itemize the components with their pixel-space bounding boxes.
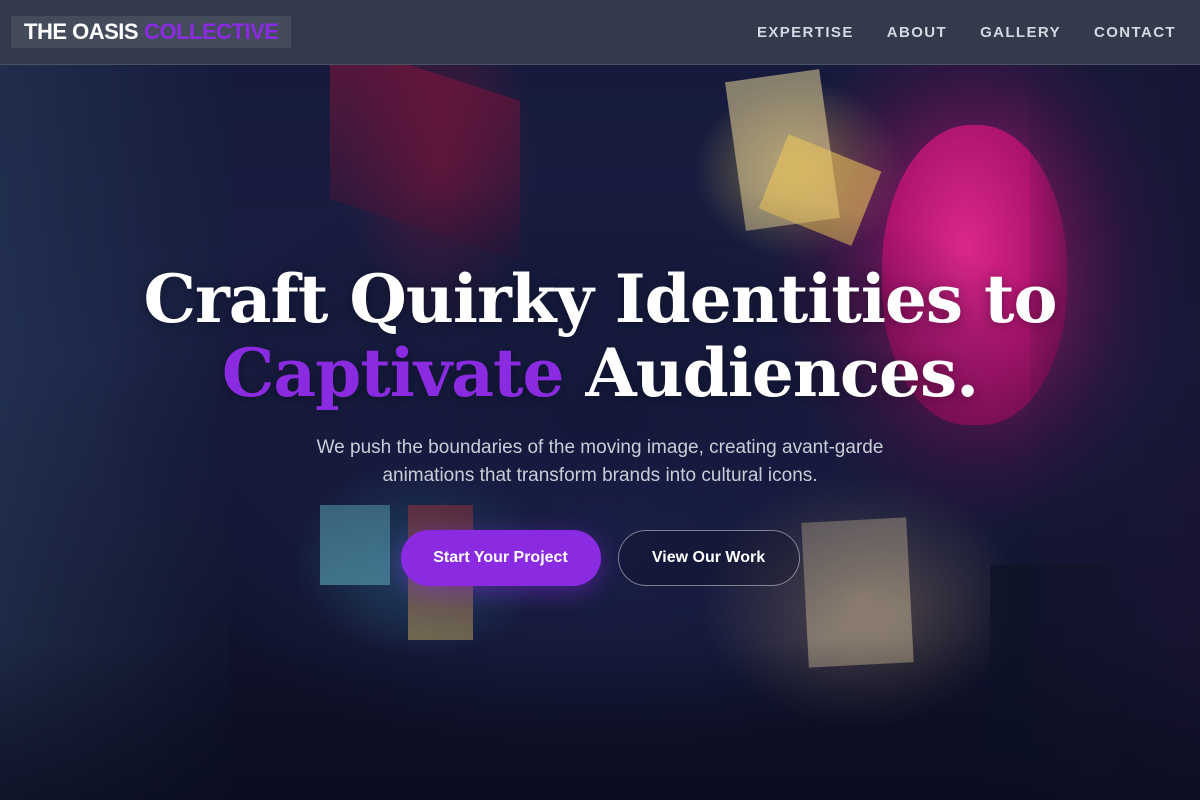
start-project-button[interactable]: Start Your Project bbox=[400, 530, 601, 586]
subtitle-line-1: We push the boundaries of the moving ima… bbox=[316, 437, 884, 458]
headline-line-1: Craft Quirky Identities to bbox=[143, 260, 1057, 338]
nav-link-gallery[interactable]: GALLERY bbox=[980, 24, 1061, 41]
brand-logo[interactable]: THE OASIS COLLECTIVE bbox=[11, 16, 292, 48]
nav-link-contact[interactable]: CONTACT bbox=[1094, 24, 1176, 41]
main-nav: EXPERTISE ABOUT GALLERY CONTACT bbox=[757, 0, 1176, 64]
subtitle-line-2: animations that transform brands into cu… bbox=[382, 465, 818, 486]
brand-name-accent: COLLECTIVE bbox=[144, 19, 279, 44]
landing-page: THE OASIS COLLECTIVE EXPERTISE ABOUT GAL… bbox=[0, 0, 1200, 800]
view-work-button[interactable]: View Our Work bbox=[617, 530, 800, 586]
brand-name-main: THE OASIS bbox=[24, 19, 139, 44]
headline-highlight-word: Captivate bbox=[221, 334, 565, 412]
hero-subtitle: We push the boundaries of the moving ima… bbox=[260, 434, 940, 490]
hero-headline: Craft Quirky Identities to Captivate Aud… bbox=[0, 262, 1200, 410]
nav-link-expertise[interactable]: EXPERTISE bbox=[757, 24, 854, 41]
nav-link-about[interactable]: ABOUT bbox=[887, 24, 947, 41]
hero-cta-group: Start Your Project View Our Work bbox=[0, 530, 1200, 586]
headline-rest: Audiences. bbox=[585, 334, 979, 412]
hero-section: Craft Quirky Identities to Captivate Aud… bbox=[0, 262, 1200, 586]
site-header: THE OASIS COLLECTIVE EXPERTISE ABOUT GAL… bbox=[0, 0, 1200, 65]
